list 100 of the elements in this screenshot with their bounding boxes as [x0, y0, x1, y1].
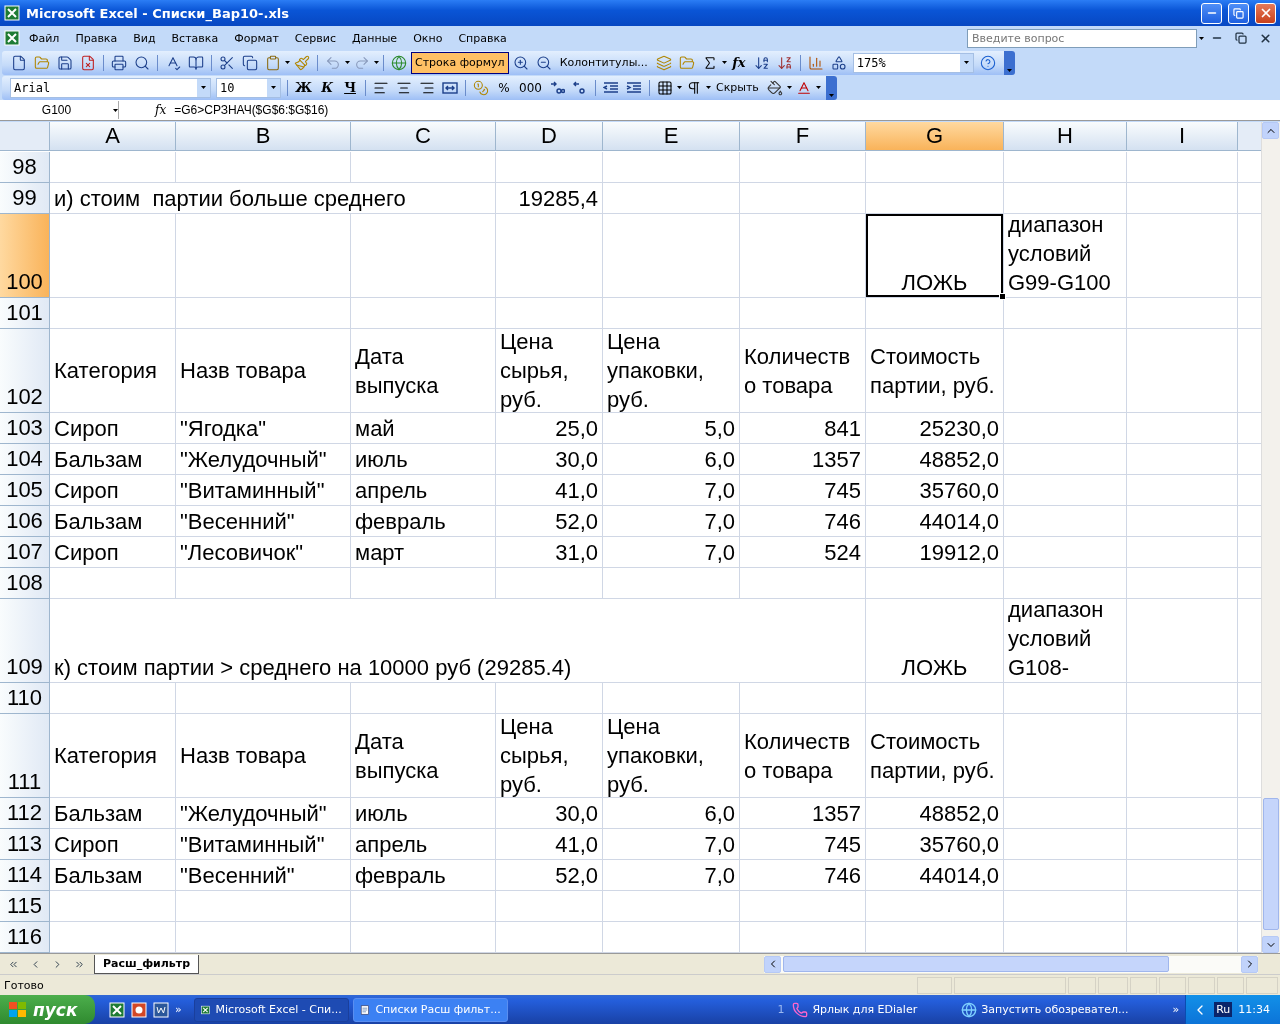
table-cell[interactable]: Бальзам: [50, 860, 176, 891]
file-block-icon[interactable]: [80, 54, 96, 71]
row-header[interactable]: 112: [0, 798, 50, 829]
sheet-tab[interactable]: Расш_фильтр: [94, 954, 200, 974]
table-cell[interactable]: май: [351, 413, 496, 444]
table-cell[interactable]: февраль: [351, 860, 496, 891]
decrease-decimal-icon[interactable]: [571, 79, 588, 96]
caret-icon[interactable]: [676, 86, 682, 89]
table-cell[interactable]: 746: [740, 506, 866, 537]
row-header[interactable]: 99: [0, 183, 50, 214]
row-header[interactable]: 100: [0, 214, 50, 298]
table-cell[interactable]: 44014,0: [866, 860, 1004, 891]
column-header[interactable]: B: [176, 122, 351, 151]
table-cell[interactable]: 41,0: [496, 829, 603, 860]
caret-icon[interactable]: [786, 86, 792, 89]
row-header[interactable]: 105: [0, 475, 50, 506]
preview-icon[interactable]: [134, 54, 150, 71]
taskbar-button[interactable]: Списки Расш фильт...: [352, 997, 508, 1022]
table-cell[interactable]: 52,0: [496, 860, 603, 891]
decrease-indent-icon[interactable]: [602, 79, 619, 96]
caret-icon[interactable]: [721, 61, 727, 64]
column-header[interactable]: F: [740, 122, 866, 151]
table-cell[interactable]: 1357: [740, 444, 866, 475]
table-cell[interactable]: 746: [740, 860, 866, 891]
menu-item[interactable]: Сервис: [287, 29, 343, 47]
table-cell[interactable]: июль: [351, 798, 496, 829]
table-cell[interactable]: 35760,0: [866, 829, 1004, 860]
column-header[interactable]: D: [496, 122, 603, 151]
column-header[interactable]: H: [1004, 122, 1127, 151]
column-header[interactable]: A: [50, 122, 176, 151]
table-cell[interactable]: "Весенний": [176, 506, 351, 537]
table-cell[interactable]: "Весенний": [176, 860, 351, 891]
table-cell[interactable]: Количеств о товара: [740, 329, 866, 413]
table-cell[interactable]: 7,0: [603, 860, 740, 891]
table-cell[interactable]: Бальзам: [50, 444, 176, 475]
table-cell[interactable]: "Витаминный": [176, 475, 351, 506]
table-cell[interactable]: Назв товара: [176, 329, 351, 413]
caret-icon[interactable]: [963, 61, 969, 64]
row-header[interactable]: 98: [0, 152, 50, 183]
table-cell[interactable]: апрель: [351, 829, 496, 860]
italic-button[interactable]: К: [316, 76, 339, 99]
coins-icon[interactable]: [473, 79, 490, 96]
caret-icon[interactable]: [1199, 36, 1204, 40]
row-header[interactable]: 104: [0, 444, 50, 475]
menu-item[interactable]: Окно: [406, 29, 450, 47]
bold-button[interactable]: Ж: [292, 76, 316, 99]
zoom-in-icon[interactable]: [512, 54, 529, 71]
table-cell[interactable]: Стоимость партии, руб.: [866, 714, 1004, 798]
font-field[interactable]: Arial: [10, 77, 211, 98]
formula-field[interactable]: =G6>СРЗНАЧ($G$6:$G$16): [174, 103, 329, 117]
caret-icon[interactable]: [285, 61, 290, 64]
menu-item[interactable]: Данные: [344, 29, 405, 47]
table-cell[interactable]: "Желудочный": [176, 444, 351, 475]
table-cell[interactable]: 841: [740, 413, 866, 444]
sort-ascending-icon[interactable]: [753, 54, 770, 71]
row-header[interactable]: 101: [0, 298, 50, 329]
book-icon[interactable]: [188, 54, 204, 71]
table-cell[interactable]: 7,0: [603, 506, 740, 537]
cut-icon[interactable]: [219, 54, 235, 71]
caret-icon[interactable]: [345, 61, 350, 64]
close-icon[interactable]: [1258, 31, 1272, 45]
row-header[interactable]: 106: [0, 506, 50, 537]
table-cell[interactable]: 41,0: [496, 475, 603, 506]
table-cell[interactable]: 30,0: [496, 444, 603, 475]
table-cell[interactable]: Дата выпуска: [351, 714, 496, 798]
fill-color-icon[interactable]: [766, 79, 783, 96]
percent-button[interactable]: %: [493, 76, 516, 99]
borders-icon[interactable]: [656, 79, 673, 96]
table-cell[interactable]: Сироп: [50, 475, 176, 506]
table-cell[interactable]: Сироп: [50, 413, 176, 444]
table-cell[interactable]: 7,0: [603, 475, 740, 506]
presentation-icon[interactable]: [131, 1001, 147, 1018]
table-cell[interactable]: Категория: [50, 329, 176, 413]
table-cell[interactable]: Дата выпуска: [351, 329, 496, 413]
table-cell[interactable]: 6,0: [603, 798, 740, 829]
name-box[interactable]: G100: [0, 101, 119, 119]
menu-item[interactable]: Вставка: [164, 29, 226, 47]
table-cell[interactable]: диапазон условий G99-G100: [1004, 214, 1127, 298]
table-cell[interactable]: 524: [740, 537, 866, 568]
table-cell[interactable]: 25230,0: [866, 413, 1004, 444]
table-cell[interactable]: Бальзам: [50, 506, 176, 537]
function-label[interactable]: fx: [155, 103, 167, 117]
table-cell[interactable]: 7,0: [603, 537, 740, 568]
paste-icon[interactable]: [265, 54, 281, 71]
menu-item[interactable]: Файл: [22, 29, 67, 47]
caret-icon[interactable]: [271, 86, 276, 89]
caret-icon[interactable]: [201, 86, 206, 89]
thousands-button[interactable]: 000: [516, 76, 545, 99]
row-header[interactable]: 114: [0, 860, 50, 891]
layers-icon[interactable]: [655, 54, 672, 71]
vertical-scrollbar[interactable]: [1261, 122, 1280, 953]
minimize-button[interactable]: [1201, 2, 1222, 24]
table-cell[interactable]: Цена сырья, руб.: [496, 329, 603, 413]
menu-item[interactable]: Формат: [227, 29, 286, 47]
table-cell[interactable]: Сироп: [50, 537, 176, 568]
hide-button[interactable]: Скрыть: [711, 76, 763, 99]
table-cell[interactable]: Стоимость партии, руб.: [866, 329, 1004, 413]
column-header[interactable]: C: [351, 122, 496, 151]
table-cell[interactable]: июль: [351, 444, 496, 475]
taskbar-shortcut[interactable]: Запустить обозревател...: [961, 1001, 1129, 1018]
